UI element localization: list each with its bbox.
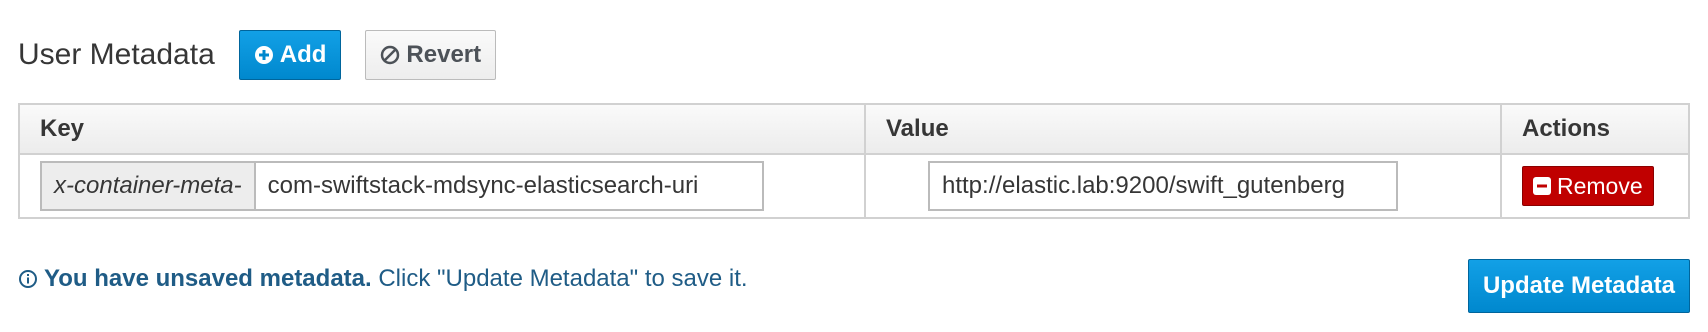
section-title: User Metadata [18, 38, 215, 71]
notice-bold-text: You have unsaved metadata. [44, 265, 372, 292]
table-header-row: Key Value Actions [18, 103, 1690, 155]
add-button-label: Add [279, 41, 327, 68]
remove-button[interactable]: Remove [1522, 166, 1654, 206]
revert-button[interactable]: Revert [365, 30, 497, 80]
column-header-actions: Actions [1500, 103, 1690, 155]
value-input[interactable] [928, 161, 1398, 211]
revert-button-label: Revert [406, 41, 482, 68]
notice-text: Click "Update Metadata" to save it. [371, 265, 748, 292]
info-circle-icon [18, 269, 38, 289]
metadata-header: User Metadata Add Revert [18, 30, 497, 80]
add-button[interactable]: Add [238, 30, 342, 80]
key-input[interactable] [253, 161, 764, 211]
plus-circle-icon [254, 45, 274, 65]
metadata-table: Key Value Actions x-container-meta- com-… [18, 103, 1690, 219]
minus-square-icon [1533, 177, 1551, 195]
ban-icon [380, 45, 400, 65]
table-row: x-container-meta- com-swiftstack-mdsync-… [18, 153, 1690, 219]
column-header-value: Value [864, 103, 1502, 155]
user-metadata-panel: User Metadata Add Revert Key Value Actio… [0, 0, 1708, 332]
key-cell: x-container-meta- [18, 153, 866, 219]
actions-cell: Remove [1500, 153, 1690, 219]
key-input-group: x-container-meta- [40, 161, 764, 211]
column-header-key: Key [18, 103, 866, 155]
value-cell [864, 153, 1502, 219]
update-metadata-button[interactable]: Update Metadata [1467, 259, 1690, 313]
remove-button-label: Remove [1557, 172, 1643, 199]
key-prefix-addon: x-container-meta- [40, 161, 254, 211]
unsaved-notice: You have unsaved metadata. Click "Update… [18, 265, 748, 293]
